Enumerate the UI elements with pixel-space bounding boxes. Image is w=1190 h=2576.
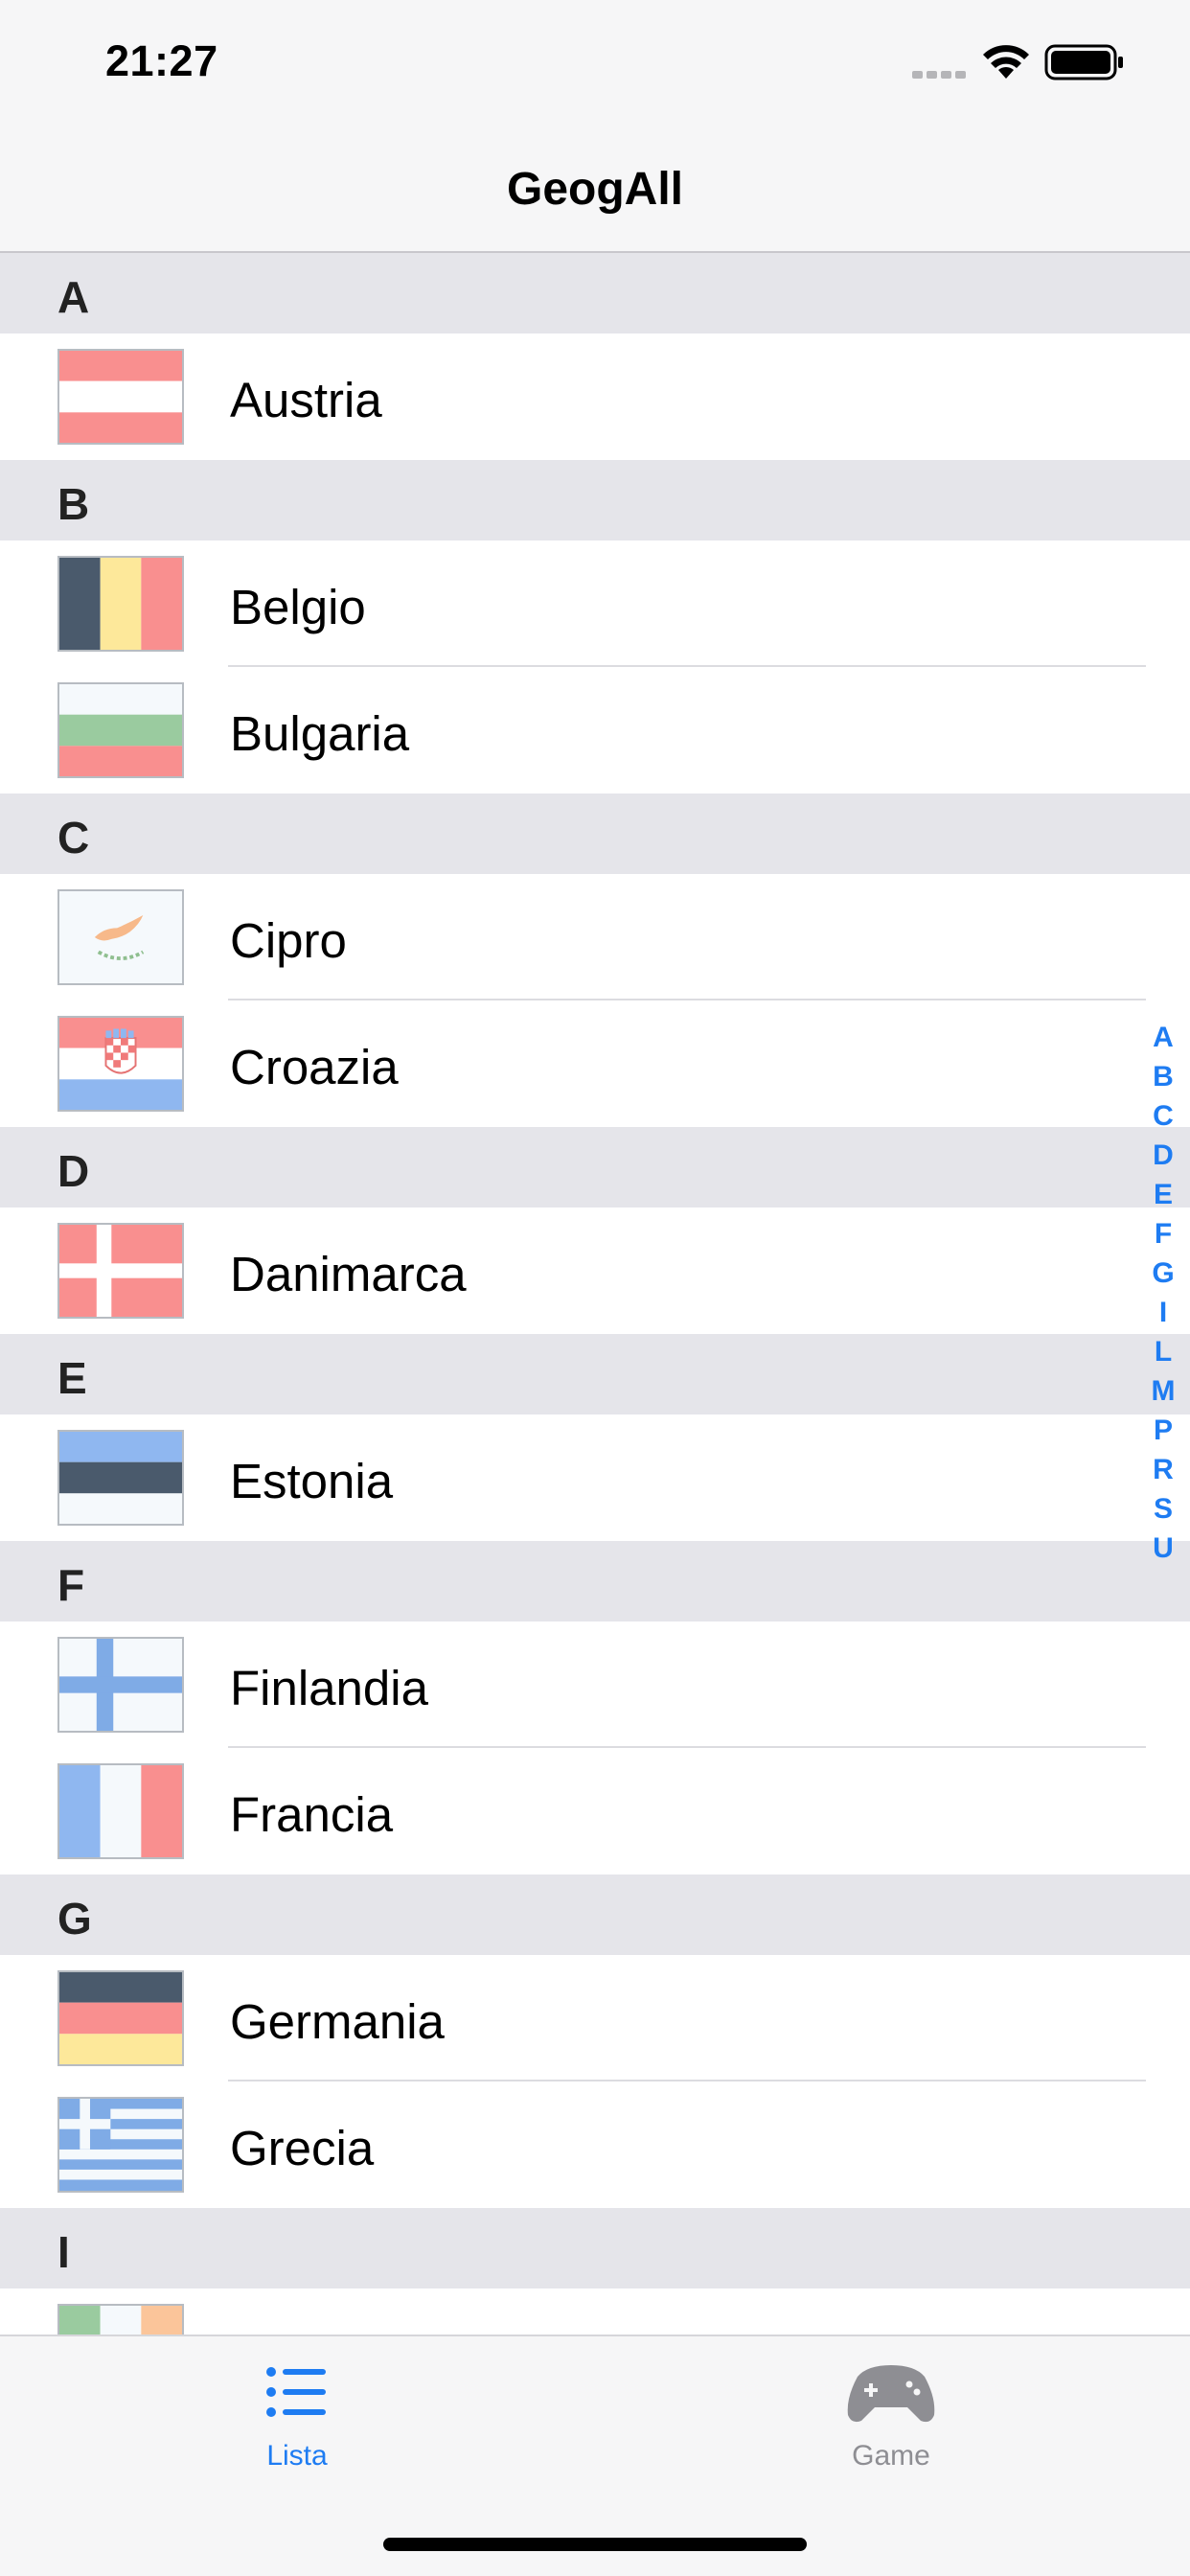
status-icons	[912, 42, 1133, 80]
bulgaria-flag-icon	[57, 682, 184, 778]
tab-label: Lista	[266, 2440, 328, 2472]
section-index-b[interactable]: B	[1144, 1057, 1182, 1096]
gamecontroller-icon	[747, 2356, 1035, 2432]
country-name: Danimarca	[230, 1247, 467, 1301]
country-name: Francia	[230, 1787, 394, 1842]
section-header-b: B	[0, 460, 1190, 540]
country-list[interactable]: A Austria B Belgio Bulgaria C Cipro Croa…	[0, 253, 1190, 2334]
country-name: Estonia	[230, 1454, 394, 1508]
section-header-label: A	[57, 272, 90, 322]
cellular-signal-icon	[912, 71, 966, 79]
section-index-s[interactable]: S	[1144, 1489, 1182, 1529]
list-item[interactable]: Danimarca	[0, 1208, 1190, 1334]
list-item[interactable]: Germania	[0, 1955, 1190, 2082]
section-index-f[interactable]: F	[1144, 1214, 1182, 1254]
croatia-flag-icon	[57, 1016, 184, 1112]
section-index-m[interactable]: M	[1144, 1371, 1182, 1411]
section-header-a: A	[0, 253, 1190, 334]
page-title: GeogAll	[506, 164, 683, 215]
status-bar: 21:27	[0, 0, 1190, 126]
section-index-u[interactable]: U	[1144, 1529, 1182, 1568]
list-item[interactable]: Belgio	[0, 540, 1190, 667]
list-item[interactable]: Francia	[0, 1748, 1190, 1874]
section-index-a[interactable]: A	[1144, 1018, 1182, 1057]
country-name: Austria	[230, 373, 382, 427]
tab-lista[interactable]: Lista	[153, 2356, 441, 2490]
section-header-label: I	[57, 2227, 70, 2277]
list-icon	[153, 2356, 441, 2432]
section-header-f: F	[0, 1541, 1190, 1622]
section-header-label: G	[57, 1894, 92, 1944]
country-name: Bulgaria	[230, 706, 410, 761]
country-name: Finlandia	[230, 1661, 428, 1715]
section-header-e: E	[0, 1334, 1190, 1414]
section-header-label: C	[57, 813, 90, 862]
section-header-label: E	[57, 1353, 87, 1403]
austria-flag-icon	[57, 349, 184, 445]
list-item[interactable]: Estonia	[0, 1414, 1190, 1541]
country-name: Belgio	[230, 580, 366, 634]
section-index-e[interactable]: E	[1144, 1175, 1182, 1214]
section-index-r[interactable]: R	[1144, 1450, 1182, 1489]
section-index[interactable]: A B C D E F G I L M P R S U	[1144, 1018, 1182, 1568]
section-index-i[interactable]: I	[1144, 1293, 1182, 1332]
section-index-d[interactable]: D	[1144, 1136, 1182, 1175]
section-header-label: B	[57, 479, 90, 529]
country-name: Irlanda	[230, 2327, 379, 2334]
wifi-icon	[983, 45, 1029, 79]
list-item[interactable]: Cipro	[0, 874, 1190, 1000]
france-flag-icon	[57, 1763, 184, 1859]
section-index-c[interactable]: C	[1144, 1096, 1182, 1136]
list-item[interactable]: Croazia	[0, 1000, 1190, 1127]
estonia-flag-icon	[57, 1430, 184, 1526]
section-header-i: I	[0, 2208, 1190, 2288]
finland-flag-icon	[57, 1637, 184, 1733]
status-time: 21:27	[105, 36, 218, 85]
section-index-p[interactable]: P	[1144, 1411, 1182, 1450]
list-item[interactable]: Finlandia	[0, 1622, 1190, 1748]
list-item[interactable]: Irlanda	[0, 2288, 1190, 2334]
section-header-label: D	[57, 1146, 90, 1196]
country-name: Germania	[230, 1994, 445, 2049]
section-index-g[interactable]: G	[1144, 1254, 1182, 1293]
tab-game[interactable]: Game	[747, 2356, 1035, 2490]
greece-flag-icon	[57, 2097, 184, 2193]
denmark-flag-icon	[57, 1223, 184, 1319]
belgium-flag-icon	[57, 556, 184, 652]
ireland-flag-icon	[57, 2304, 184, 2334]
country-name: Grecia	[230, 2121, 375, 2175]
battery-icon	[1044, 44, 1123, 80]
navigation-bar: GeogAll	[0, 126, 1190, 253]
list-item[interactable]: Grecia	[0, 2082, 1190, 2208]
section-header-d: D	[0, 1127, 1190, 1208]
section-header-c: C	[0, 794, 1190, 874]
section-header-g: G	[0, 1874, 1190, 1955]
section-index-l[interactable]: L	[1144, 1332, 1182, 1371]
home-indicator[interactable]	[383, 2538, 807, 2551]
country-name: Cipro	[230, 913, 347, 968]
cyprus-flag-icon	[57, 889, 184, 985]
section-header-label: F	[57, 1560, 85, 1610]
germany-flag-icon	[57, 1970, 184, 2066]
list-item[interactable]: Austria	[0, 334, 1190, 460]
list-item[interactable]: Bulgaria	[0, 667, 1190, 794]
country-name: Croazia	[230, 1040, 399, 1094]
tab-label: Game	[852, 2440, 930, 2472]
